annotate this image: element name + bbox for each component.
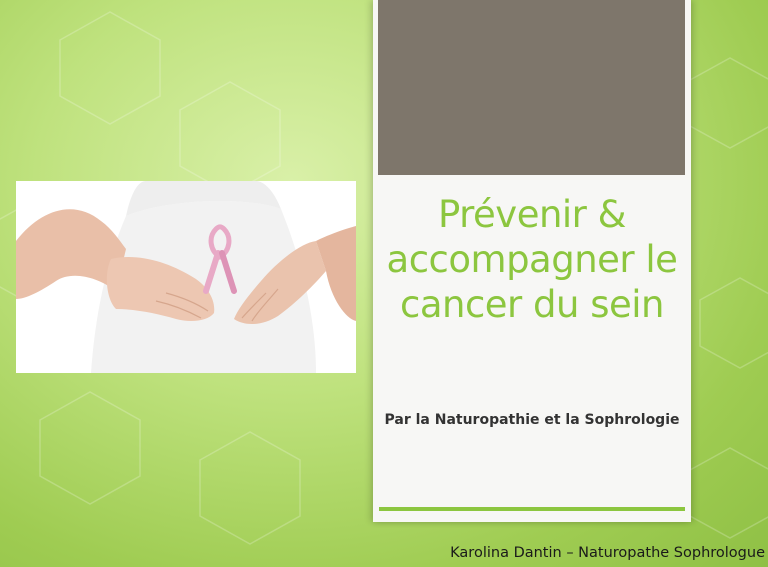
panel-top-block [378, 0, 685, 175]
author-footer: Karolina Dantin – Naturopathe Sophrologu… [450, 545, 765, 561]
slide-subtitle: Par la Naturopathie et la Sophrologie [384, 412, 680, 428]
slide-title: Prévenir & accompagner le cancer du sein [386, 193, 678, 326]
pink-ribbon-photo [16, 181, 356, 373]
slide: Prévenir & accompagner le cancer du sein… [0, 0, 768, 567]
panel-accent-line [379, 507, 685, 511]
title-panel: Prévenir & accompagner le cancer du sein… [373, 0, 691, 522]
pink-ribbon-photo-icon [16, 181, 356, 373]
